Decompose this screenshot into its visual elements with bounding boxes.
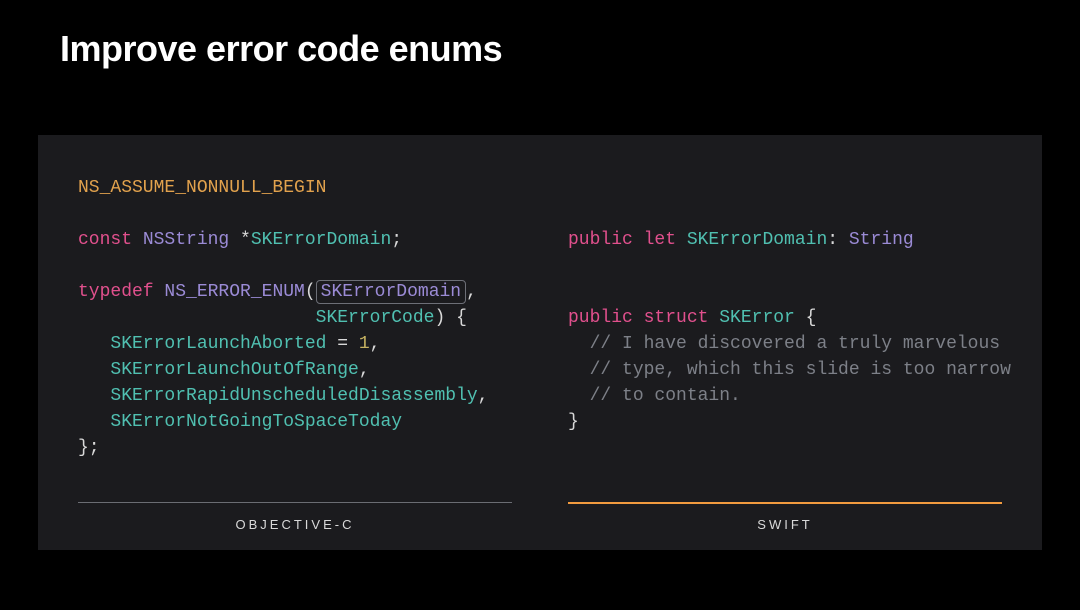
code-token: SKErrorNotGoingToSpaceToday: [110, 412, 402, 432]
code-comment: // to contain.: [590, 386, 741, 406]
code-token: {: [795, 308, 817, 328]
code-token: SKErrorRapidUnscheduledDisassembly: [110, 386, 477, 406]
code-token: [568, 386, 590, 406]
divider: [568, 502, 1002, 504]
code-token: }: [568, 412, 579, 432]
code-token: NSString: [132, 230, 240, 250]
swift-lang-label: SWIFT: [568, 517, 1002, 532]
code-token: struct: [633, 308, 709, 328]
code-token: ,: [359, 360, 370, 380]
code-token: *: [240, 230, 251, 250]
code-token: const: [78, 230, 132, 250]
code-token: ;: [391, 230, 402, 250]
code-token: NS_ASSUME_NONNULL_BEGIN: [78, 178, 326, 198]
divider: [78, 502, 512, 503]
highlighted-token: SKErrorDomain: [316, 280, 466, 304]
code-token: [78, 334, 110, 354]
code-panel: NS_ASSUME_NONNULL_BEGIN const NSString *…: [38, 135, 1042, 550]
code-token: (: [305, 282, 316, 302]
slide-title: Improve error code enums: [0, 0, 1080, 70]
code-token: =: [326, 334, 358, 354]
code-token: ) {: [434, 308, 466, 328]
code-token: [78, 308, 316, 328]
objc-code: NS_ASSUME_NONNULL_BEGIN const NSString *…: [78, 175, 512, 484]
objc-footer: OBJECTIVE-C: [78, 502, 512, 550]
code-token: [78, 412, 110, 432]
code-token: SKErrorDomain: [251, 230, 391, 250]
code-token: ,: [370, 334, 381, 354]
code-comment: // type, which this slide is too narrow: [590, 360, 1011, 380]
code-token: ,: [466, 282, 477, 302]
code-token: [568, 360, 590, 380]
code-token: [568, 334, 590, 354]
objc-column: NS_ASSUME_NONNULL_BEGIN const NSString *…: [78, 175, 540, 550]
code-token: SKErrorDomain: [676, 230, 827, 250]
code-token: SKErrorLaunchAborted: [110, 334, 326, 354]
code-token: 1: [359, 334, 370, 354]
swift-column: public let SKErrorDomain: String public …: [540, 175, 1002, 550]
code-token: [78, 386, 110, 406]
code-token: NS_ERROR_ENUM: [154, 282, 305, 302]
code-token: public: [568, 230, 633, 250]
code-token: :: [827, 230, 849, 250]
code-token: let: [633, 230, 676, 250]
objc-lang-label: OBJECTIVE-C: [78, 517, 512, 532]
code-comment: // I have discovered a truly marvelous: [590, 334, 1000, 354]
code-token: SKErrorCode: [316, 308, 435, 328]
code-token: ,: [478, 386, 489, 406]
swift-footer: SWIFT: [568, 502, 1002, 550]
code-token: [78, 360, 110, 380]
code-token: SKErrorLaunchOutOfRange: [110, 360, 358, 380]
code-token: String: [849, 230, 914, 250]
code-token: typedef: [78, 282, 154, 302]
swift-code: public let SKErrorDomain: String public …: [568, 175, 1002, 484]
code-token: SKError: [708, 308, 794, 328]
code-token: public: [568, 308, 633, 328]
code-token: };: [78, 438, 100, 458]
